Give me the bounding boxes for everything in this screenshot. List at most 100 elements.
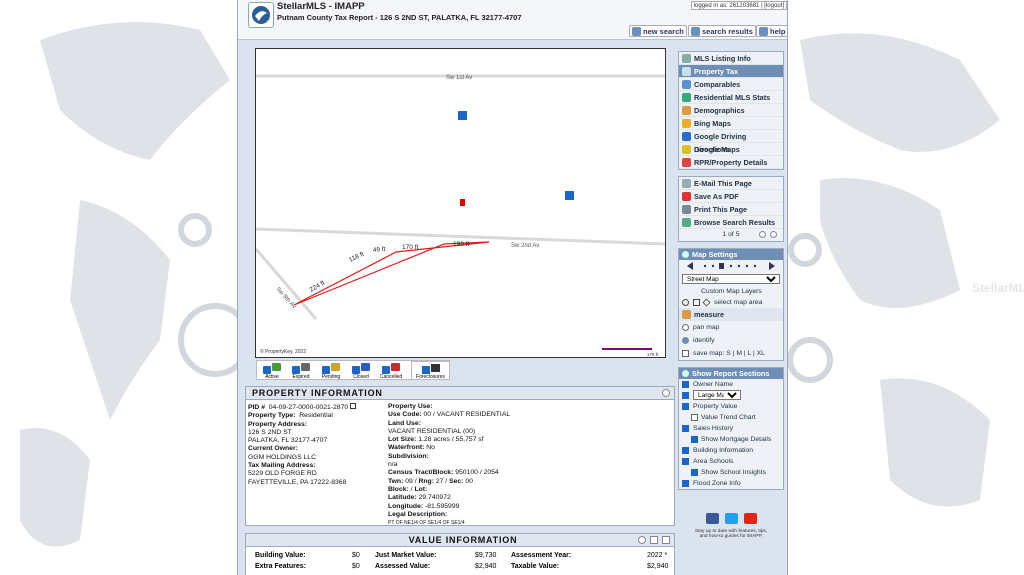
legend-foreclosures[interactable]: Foreclosures: [411, 361, 450, 380]
app-title: StellarMLS - IMAPP: [277, 1, 365, 12]
pan-icon: [682, 324, 689, 331]
section-owner-name[interactable]: Owner Name: [679, 379, 783, 390]
subject-property-icon: [460, 199, 465, 206]
scale-label: 178 ft: [647, 352, 659, 357]
section-property-value[interactable]: Property Value: [679, 401, 783, 412]
help-button[interactable]: help: [756, 25, 787, 37]
listing-marker-icon: [565, 191, 574, 200]
section-value-trend[interactable]: Value Trend Chart: [679, 412, 783, 423]
building-value: $0: [352, 552, 360, 559]
header: StellarMLS - IMAPP Putnam County Tax Rep…: [238, 0, 787, 40]
menu-mls-listing-info[interactable]: MLS Listing Info: [679, 52, 783, 65]
dim-label-170: 170 ft: [402, 244, 418, 251]
section-map[interactable]: Large Map: [679, 390, 783, 401]
report-subtitle: Putnam County Tax Report - 126 S 2ND ST,…: [277, 13, 522, 22]
minimize-icon[interactable]: [650, 536, 658, 544]
street-label-2nd: Sw 2nd Av: [511, 243, 539, 249]
stellar-logo-icon: [248, 2, 274, 28]
social-links: Stay up to date with features, tips, and…: [686, 513, 776, 539]
parcel-outline: [293, 241, 490, 306]
dim-label-118: 118 ft: [348, 251, 365, 264]
pan-map-tool[interactable]: pan map: [679, 321, 783, 334]
email-page-button[interactable]: E-Mail This Page: [679, 177, 783, 190]
custom-map-layers[interactable]: Custom Map Layers: [679, 286, 783, 297]
svg-text:StellarMLS: StellarMLS: [972, 281, 1024, 295]
map-slider[interactable]: [679, 260, 783, 274]
map-size-select[interactable]: Large Map: [693, 390, 741, 400]
legend-closed[interactable]: Closed: [349, 363, 373, 380]
login-status: logged in as: 261203681 | [logout]: [690, 1, 787, 10]
dim-label-224: 224 ft: [309, 279, 327, 293]
report-menu: MLS Listing Info Property Tax Comparable…: [678, 51, 784, 170]
search-icon: [632, 27, 641, 36]
results-icon: [691, 27, 700, 36]
legend-active[interactable]: Active: [260, 363, 284, 380]
twitter-icon[interactable]: [724, 513, 738, 524]
menu-google-driving-directions[interactable]: Google Driving Directions: [679, 130, 783, 154]
property-map[interactable]: Sw 1st Av Sw 2nd Av Sw 8th Av 49 ft 170 …: [254, 48, 666, 358]
pid-value: 04-09-27-0000-0021-2870: [268, 404, 349, 411]
section-flood-zone[interactable]: Flood Zone Info: [679, 478, 783, 489]
save-map-icon: [682, 350, 689, 357]
measure-tool[interactable]: measure: [679, 308, 783, 321]
menu-google-maps[interactable]: Google Maps: [679, 143, 783, 156]
help-icon[interactable]: [662, 389, 670, 397]
value-info-title: VALUE INFORMATION: [246, 534, 674, 547]
section-mortgage[interactable]: Show Mortgage Details: [679, 434, 783, 445]
map-type-select[interactable]: Street Map: [682, 274, 780, 284]
print-page-button[interactable]: Print This Page: [679, 203, 783, 216]
circle-select-icon: [682, 299, 689, 306]
section-building-info[interactable]: Building Information: [679, 445, 783, 456]
legend-expired[interactable]: Expired: [289, 363, 313, 380]
street-label-8th: Sw 8th Av: [275, 286, 297, 310]
youtube-icon[interactable]: [743, 513, 757, 524]
external-link-icon[interactable]: [350, 403, 357, 409]
save-map-row[interactable]: save map: S | M | L | XL: [679, 347, 783, 360]
map-copyright: © PropertyKey, 2022: [260, 348, 306, 355]
map-settings-panel: Map Settings Street Map Custom Map Layer…: [678, 248, 784, 361]
property-info-title: PROPERTY INFORMATION: [246, 387, 674, 400]
assessed-value: $2,940: [475, 563, 497, 570]
listing-marker-icon: [458, 111, 467, 120]
property-left-column: PID # 04-09-27-0000-0021-2870 Property T…: [248, 403, 386, 487]
menu-demographics[interactable]: Demographics: [679, 104, 783, 117]
property-right-column: Property Use: Use Code: 00 / VACANT RESI…: [388, 403, 511, 527]
select-map-area-tool[interactable]: select map area: [679, 297, 783, 308]
poly-select-icon: [702, 298, 711, 307]
help-icon: [759, 27, 768, 36]
identify-icon: [682, 337, 689, 344]
actions-panel: E-Mail This Page Save As PDF Print This …: [678, 176, 784, 242]
close-icon[interactable]: [662, 536, 670, 544]
help-icon[interactable]: [638, 536, 646, 544]
new-search-button[interactable]: new search: [629, 25, 687, 37]
section-sales-history[interactable]: Sales History: [679, 423, 783, 434]
right-sidebar: MLS Listing Info Property Tax Comparable…: [678, 51, 784, 496]
app-window: StellarMLS - IMAPP Putnam County Tax Rep…: [237, 0, 788, 575]
logout-link[interactable]: logout: [766, 3, 782, 9]
dim-label-49: 49 ft: [373, 246, 386, 254]
value-information-section: VALUE INFORMATION Building Value: $0 Ext…: [245, 533, 675, 575]
rect-select-icon: [693, 299, 700, 306]
last-page-icon[interactable]: [770, 231, 777, 238]
save-pdf-button[interactable]: Save As PDF: [679, 190, 783, 203]
dim-label-190: 190 ft: [453, 241, 469, 248]
search-results-button[interactable]: search results: [688, 25, 756, 37]
property-information-section: PROPERTY INFORMATION PID # 04-09-27-0000…: [245, 386, 675, 526]
section-school-insights[interactable]: Show School Insights: [679, 467, 783, 478]
report-sections-panel: Show Report Sections Owner Name Large Ma…: [678, 367, 784, 490]
legend-cancelled[interactable]: Cancelled: [379, 363, 403, 380]
section-area-schools[interactable]: Area Schools: [679, 456, 783, 467]
browse-results-button[interactable]: Browse Search Results: [679, 216, 783, 229]
map-settings-title: Map Settings: [679, 249, 783, 260]
facebook-icon[interactable]: [705, 513, 719, 524]
menu-bing-maps[interactable]: Bing Maps: [679, 117, 783, 130]
menu-property-tax[interactable]: Property Tax: [679, 65, 783, 78]
next-page-icon[interactable]: [759, 231, 766, 238]
menu-rpr-property-details[interactable]: RPR/Property Details: [679, 156, 783, 169]
extra-features-value: $0: [352, 563, 360, 570]
street-label-1st: Sw 1st Av: [446, 75, 472, 81]
menu-comparables[interactable]: Comparables: [679, 78, 783, 91]
identify-tool[interactable]: identify: [679, 334, 783, 347]
menu-residential-mls-stats[interactable]: Residential MLS Stats: [679, 91, 783, 104]
legend-pending[interactable]: Pending: [319, 363, 343, 380]
